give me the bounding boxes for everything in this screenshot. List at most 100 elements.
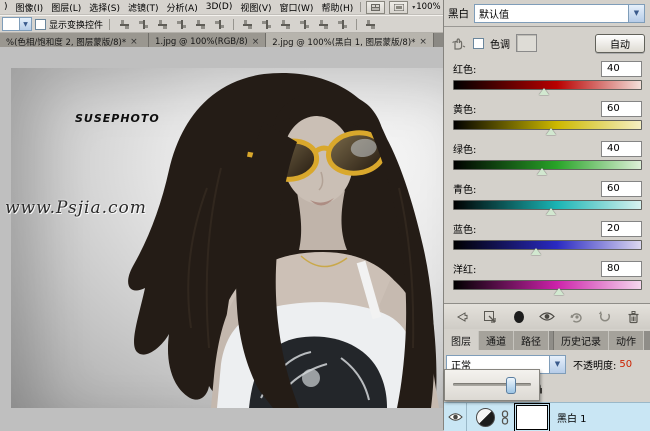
slider-thumb[interactable]: [537, 168, 547, 175]
adjustment-title: 黑白: [448, 6, 469, 21]
menu-item[interactable]: 分析(A): [163, 1, 202, 14]
slider-track[interactable]: [453, 280, 642, 290]
layer-row[interactable]: 黑白 1: [444, 402, 650, 431]
workspace: SUSEPHOTO www.Psjia.com: [0, 47, 443, 430]
slider-track[interactable]: [453, 200, 642, 210]
close-icon[interactable]: ×: [130, 37, 138, 47]
align-bottom-icon[interactable]: [154, 17, 171, 32]
align-hcenter-icon[interactable]: [192, 17, 209, 32]
adjustment-layer-icon[interactable]: [476, 408, 495, 427]
bw-slider-group: 青色: 60: [453, 180, 642, 220]
panel-tab[interactable]: 路径: [514, 331, 549, 350]
distribute-top-icon[interactable]: [239, 17, 256, 32]
panel-tab[interactable]: 图层: [444, 331, 479, 350]
panel-tab[interactable]: 动作: [609, 331, 644, 350]
opacity-value-field[interactable]: 50: [619, 359, 632, 370]
chevron-down-icon[interactable]: ▼: [628, 5, 644, 22]
distribute-bottom-icon[interactable]: [277, 17, 294, 32]
slider-thumb[interactable]: [546, 128, 556, 135]
slider-value-input[interactable]: 40: [601, 61, 642, 77]
slider-value-input[interactable]: 20: [601, 221, 642, 237]
expand-panel-icon[interactable]: [482, 308, 499, 325]
align-top-icon[interactable]: [116, 17, 133, 32]
bridge-icon[interactable]: [366, 1, 385, 14]
slider-thumb[interactable]: [531, 248, 541, 255]
menu-item[interactable]: 图像(I): [12, 1, 48, 14]
chevron-down-icon[interactable]: ▼: [549, 356, 565, 373]
adjustment-header: 黑白 默认值 ▼: [444, 0, 650, 27]
slider-label: 红色:: [453, 61, 476, 76]
bw-slider-group: 洋红: 80: [453, 260, 642, 300]
bw-slider-group: 蓝色: 20: [453, 220, 642, 260]
scrubby-hand-icon[interactable]: [450, 35, 467, 52]
opacity-slider-popup: [444, 369, 540, 401]
auto-align-icon[interactable]: [362, 17, 379, 32]
zoom-level-dropdown[interactable]: 100%: [415, 2, 441, 12]
chevron-down-icon: ▼: [19, 18, 31, 30]
separator: [356, 19, 357, 30]
reset-icon[interactable]: [596, 308, 613, 325]
slider-track[interactable]: [453, 80, 642, 90]
opacity-slider-track[interactable]: [453, 383, 531, 386]
panel-tab[interactable]: 历史记录: [553, 331, 609, 350]
slider-value-input[interactable]: 60: [601, 101, 642, 117]
preset-dropdown[interactable]: 默认值 ▼: [474, 4, 645, 23]
tint-row: 色调 自动: [444, 30, 650, 56]
view-previous-state-icon[interactable]: [568, 308, 585, 325]
slider-value-input[interactable]: 60: [601, 181, 642, 197]
slider-label: 蓝色:: [453, 221, 476, 236]
slider-track[interactable]: [453, 160, 642, 170]
tool-preset-picker[interactable]: ▼: [2, 17, 32, 31]
clip-to-layer-icon[interactable]: [510, 308, 527, 325]
opacity-slider-thumb[interactable]: [506, 377, 516, 394]
slider-thumb[interactable]: [539, 88, 549, 95]
preset-value: 默认值: [479, 6, 509, 21]
align-left-icon[interactable]: [173, 17, 190, 32]
align-right-icon[interactable]: [211, 17, 228, 32]
tint-color-swatch[interactable]: [516, 34, 537, 52]
distribute-left-icon[interactable]: [296, 17, 313, 32]
application-chrome: )图像(I)图层(L)选择(S)滤镜(T)分析(A)3D(D)视图(V)窗口(W…: [0, 0, 443, 50]
layer-name[interactable]: 黑白 1: [557, 410, 587, 425]
tint-checkbox[interactable]: [473, 38, 484, 49]
menu-item[interactable]: 视图(V): [236, 1, 275, 14]
eye-icon: [448, 412, 463, 422]
align-vcenter-icon[interactable]: [135, 17, 152, 32]
menu-item[interactable]: 选择(S): [85, 1, 124, 14]
menu-item[interactable]: 窗口(W): [276, 1, 318, 14]
menu-item[interactable]: 图层(L): [47, 1, 85, 14]
visibility-eye-icon[interactable]: [539, 308, 556, 325]
slider-thumb[interactable]: [546, 208, 556, 215]
panel-tab[interactable]: 通道: [479, 331, 514, 350]
slider-label: 洋红:: [453, 261, 476, 276]
menu-item[interactable]: 帮助(H): [317, 1, 357, 14]
document-canvas[interactable]: SUSEPHOTO www.Psjia.com: [11, 68, 443, 408]
document-tab-label: 1.jpg @ 100%(RGB/8): [155, 37, 248, 47]
slider-value-input[interactable]: 40: [601, 141, 642, 157]
screen-mode-icon[interactable]: [389, 1, 408, 14]
slider-value-input[interactable]: 80: [601, 261, 642, 277]
distribute-vcenter-icon[interactable]: [258, 17, 275, 32]
menu-item[interactable]: ): [0, 2, 12, 12]
mask-link-icon[interactable]: [501, 410, 509, 425]
close-icon[interactable]: ×: [419, 37, 427, 47]
slider-label: 黄色:: [453, 101, 476, 116]
menu-item[interactable]: 3D(D): [202, 2, 237, 12]
layer-mask-thumbnail[interactable]: [516, 405, 548, 430]
panel-tab-strip: 图层通道路径历史记录动作: [444, 331, 650, 350]
slider-track[interactable]: [453, 120, 642, 130]
slider-thumb[interactable]: [554, 288, 564, 295]
distribute-hcenter-icon[interactable]: [315, 17, 332, 32]
show-transform-checkbox[interactable]: [35, 19, 46, 30]
auto-button[interactable]: 自动: [595, 34, 645, 53]
distribute-right-icon[interactable]: [334, 17, 351, 32]
close-icon[interactable]: ×: [252, 37, 260, 47]
menu-item[interactable]: 滤镜(T): [124, 1, 163, 14]
trash-icon[interactable]: [625, 308, 642, 325]
document-tab-label: %(色相/饱和度 2, 图层蒙版/8)*: [6, 36, 126, 48]
separator: [109, 19, 110, 30]
menu-items: )图像(I)图层(L)选择(S)滤镜(T)分析(A)3D(D)视图(V)窗口(W…: [0, 1, 357, 14]
slider-track[interactable]: [453, 240, 642, 250]
layer-visibility-toggle[interactable]: [444, 403, 467, 431]
back-arrow-icon[interactable]: [453, 308, 470, 325]
